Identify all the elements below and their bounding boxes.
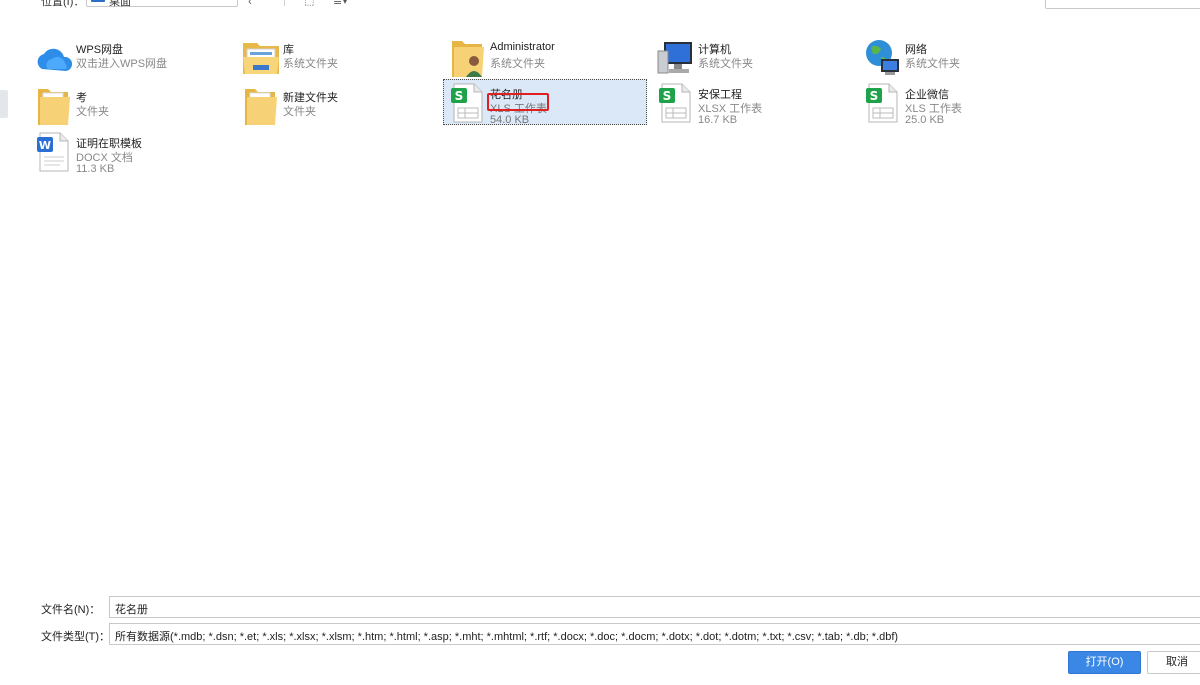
file-grid: WPS网盘 双击进入WPS网盘 库 系统文件夹 Administrator 系统… (0, 0, 1200, 590)
file-type: 系统文件夹 (905, 58, 960, 70)
file-size: 11.3 KB (76, 163, 115, 175)
user-folder-icon (452, 41, 484, 77)
spreadsheet-icon: S (659, 83, 691, 123)
filename-input[interactable]: 花名册 (109, 596, 1200, 618)
file-item-administrator[interactable]: Administrator 系统文件夹 (443, 34, 647, 80)
folder-icon (38, 89, 70, 125)
cloud-icon (37, 48, 73, 71)
spreadsheet-icon: S (866, 83, 898, 123)
svg-text:S: S (870, 89, 879, 103)
file-item-anbao[interactable]: S 安保工程 XLSX 工作表 16.7 KB (651, 79, 855, 126)
file-type: 系统文件夹 (283, 58, 338, 70)
file-item-new-folder[interactable]: 新建文件夹 文件夹 (236, 82, 440, 128)
file-name: Administrator (490, 41, 555, 53)
svg-text:S: S (455, 89, 464, 103)
file-size: 25.0 KB (905, 114, 945, 126)
library-folder-icon (243, 43, 279, 74)
file-item-huamingce[interactable]: S 花名册 XLS 工作表 54.0 KB (443, 79, 647, 126)
file-type: 系统文件夹 (698, 58, 753, 70)
svg-text:S: S (663, 89, 672, 103)
file-item-qiyeweixin[interactable]: S 企业微信 XLS 工作表 25.0 KB (858, 79, 1062, 126)
file-size: 54.0 KB (490, 114, 530, 126)
file-item-zhengming[interactable]: W 证明在职模板 DOCX 文档 11.3 KB (29, 128, 233, 175)
file-item-library[interactable]: 库 系统文件夹 (236, 34, 440, 80)
word-doc-icon: W (37, 132, 69, 172)
open-button[interactable]: 打开(O) (1068, 651, 1141, 674)
filetype-label: 文件类型(T)： (41, 631, 111, 643)
file-type: 系统文件夹 (490, 58, 545, 70)
computer-icon (657, 42, 692, 74)
spreadsheet-icon: S (451, 83, 483, 123)
filetype-select[interactable]: 所有数据源(*.mdb; *.dsn; *.et; *.xls; *.xlsx;… (109, 623, 1200, 645)
folder-icon (245, 89, 277, 125)
file-type: 文件夹 (76, 106, 109, 118)
file-item-wps-cloud[interactable]: WPS网盘 双击进入WPS网盘 (29, 34, 233, 80)
file-size: 16.7 KB (698, 114, 738, 126)
file-item-computer[interactable]: 计算机 系统文件夹 (651, 34, 855, 80)
file-type: 双击进入WPS网盘 (76, 58, 168, 70)
file-item-network[interactable]: 网络 系统文件夹 (858, 34, 1062, 80)
file-type: 文件夹 (283, 106, 316, 118)
file-item-folder-kao[interactable]: 考 文件夹 (29, 82, 233, 128)
network-globe-icon (866, 40, 899, 75)
filename-label: 文件名(N)： (41, 604, 101, 616)
cancel-button[interactable]: 取消 (1147, 651, 1200, 674)
svg-text:W: W (39, 139, 51, 152)
annotation-highlight-box (487, 93, 549, 111)
